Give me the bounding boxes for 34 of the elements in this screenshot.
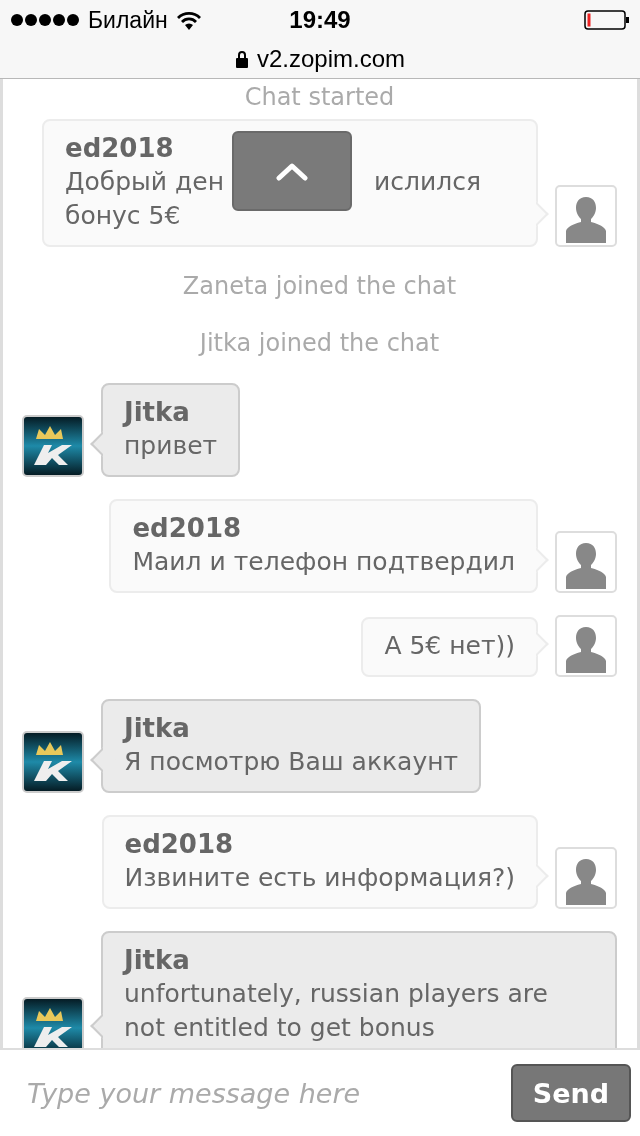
agent-avatar-icon (22, 997, 84, 1048)
message-text: Извините есть информация?) (124, 862, 515, 894)
sender-name: ed2018 (124, 828, 234, 861)
message-text: привет (124, 430, 218, 462)
system-message: Zaneta joined the chat (181, 271, 458, 302)
sender-name: ed2018 (132, 512, 242, 545)
sender-name: ed2018 (65, 132, 174, 165)
user-avatar-icon (555, 847, 617, 909)
sender-name: Jitka (124, 944, 190, 977)
user-avatar-icon (555, 185, 617, 247)
message-text: unfortunately, russian players are not entitled to get bonus (124, 978, 549, 1044)
system-message: Chat started (243, 82, 396, 113)
system-message: Jitka joined the chat (197, 328, 441, 359)
message-text: А 5€ нет)) (384, 630, 515, 662)
user-avatar-icon (555, 615, 617, 677)
carrier-name: Билайн (88, 6, 168, 34)
message-text: Маил и телефон подтвердил (132, 546, 515, 578)
battery-icon (584, 10, 630, 30)
signal-icon (10, 13, 82, 27)
message-input[interactable]: Type your message here (25, 1076, 501, 1110)
message-text: Добрый ден ислился бонус 5€ (65, 165, 515, 233)
chevron-up-icon (276, 161, 309, 181)
agent-avatar-icon (22, 415, 84, 477)
user-avatar-icon (555, 531, 617, 593)
scroll-up-button[interactable] (232, 131, 353, 211)
message-text: Я посмотрю Ваш аккаунт (124, 746, 459, 778)
sender-name: Jitka (124, 396, 190, 429)
clock-time: 19:49 (289, 6, 351, 33)
url-text[interactable]: v2.zopim.com (256, 45, 405, 73)
sender-name: Jitka (124, 712, 190, 745)
agent-avatar-icon (22, 731, 84, 793)
wifi-icon (175, 10, 202, 30)
lock-icon (234, 50, 249, 68)
send-button[interactable]: Send (511, 1064, 631, 1122)
